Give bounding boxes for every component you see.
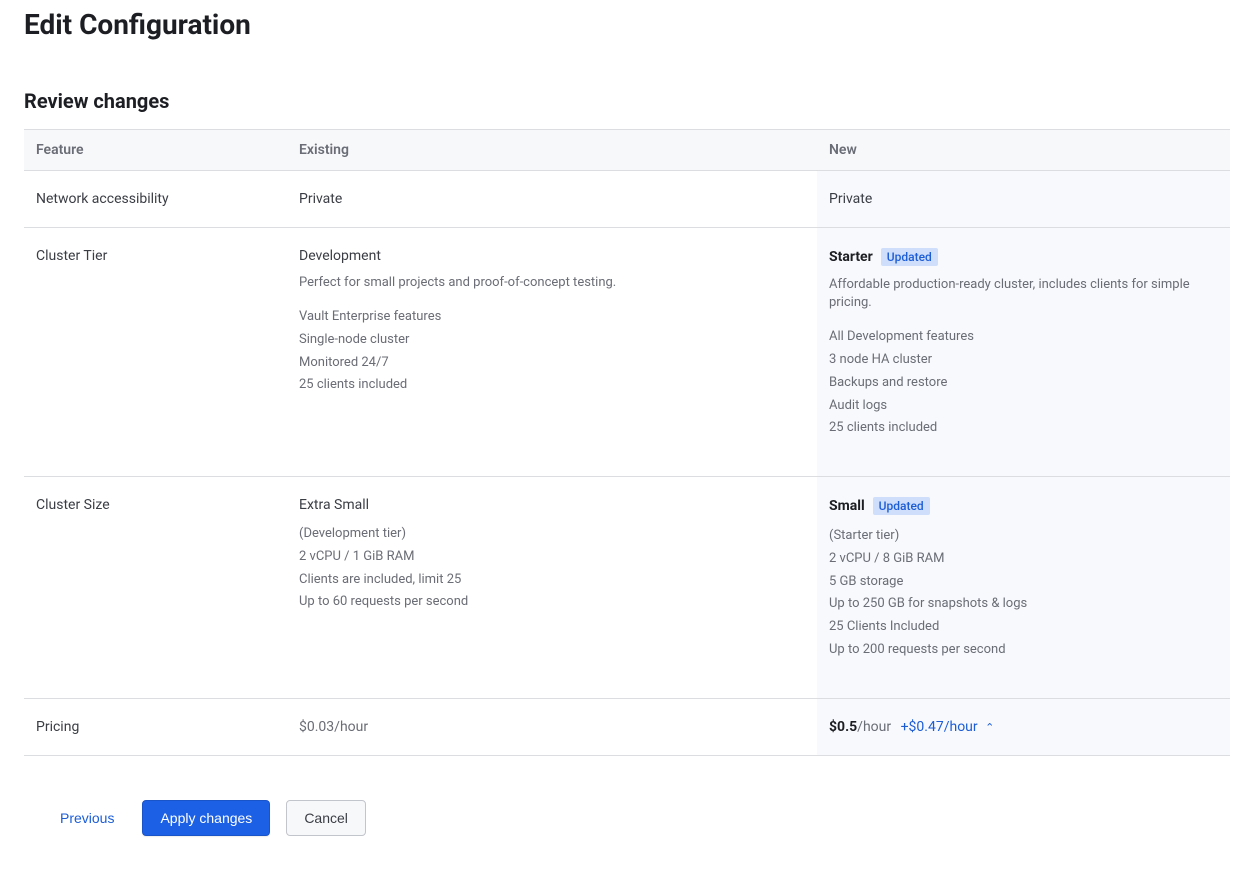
tier-features-existing: Vault Enterprise features Single-node cl…: [299, 306, 805, 397]
cancel-button[interactable]: Cancel: [286, 800, 366, 836]
list-item: All Development features: [829, 326, 1218, 349]
list-item: (Development tier): [299, 523, 805, 546]
new-value: Private: [817, 171, 1230, 227]
list-item: Single-node cluster: [299, 329, 805, 352]
list-item: 25 Clients Included: [829, 616, 1218, 639]
existing-price: $0.03/hour: [287, 699, 817, 755]
list-item: Up to 60 requests per second: [299, 591, 805, 614]
tier-desc-new: Affordable production-ready cluster, inc…: [829, 276, 1218, 312]
feature-label: Cluster Tier: [24, 228, 287, 476]
apply-changes-button[interactable]: Apply changes: [142, 800, 270, 836]
header-new: New: [817, 130, 1230, 170]
list-item: Clients are included, limit 25: [299, 569, 805, 592]
list-item: Vault Enterprise features: [299, 306, 805, 329]
feature-label: Cluster Size: [24, 477, 287, 698]
list-item: (Starter tier): [829, 525, 1218, 548]
list-item: Audit logs: [829, 395, 1218, 418]
table-row-size: Cluster Size Extra Small (Development ti…: [24, 477, 1230, 699]
price-existing-value: $0.03/hour: [299, 719, 368, 735]
size-name-existing: Extra Small: [299, 497, 805, 513]
list-item: 5 GB storage: [829, 571, 1218, 594]
tier-name-existing: Development: [299, 248, 805, 264]
list-item: 3 node HA cluster: [829, 349, 1218, 372]
new-tier: Starter Updated Affordable production-re…: [817, 228, 1230, 476]
action-bar: Previous Apply changes Cancel: [24, 800, 1230, 836]
previous-button[interactable]: Previous: [48, 801, 126, 835]
size-features-new: (Starter tier) 2 vCPU / 8 GiB RAM 5 GB s…: [829, 525, 1218, 662]
price-new-amount: $0.5: [829, 719, 857, 735]
updated-badge: Updated: [881, 248, 938, 266]
list-item: 2 vCPU / 8 GiB RAM: [829, 548, 1218, 571]
chevron-up-icon: ⌃: [985, 721, 994, 734]
list-item: 2 vCPU / 1 GiB RAM: [299, 546, 805, 569]
tier-desc-existing: Perfect for small projects and proof-of-…: [299, 274, 805, 292]
header-feature: Feature: [24, 130, 287, 170]
size-name-new: Small: [829, 498, 865, 514]
section-title: Review changes: [24, 89, 1230, 113]
updated-badge: Updated: [873, 497, 930, 515]
feature-label: Network accessibility: [24, 171, 287, 227]
size-features-existing: (Development tier) 2 vCPU / 1 GiB RAM Cl…: [299, 523, 805, 614]
existing-tier: Development Perfect for small projects a…: [287, 228, 817, 476]
header-existing: Existing: [287, 130, 817, 170]
table-header-row: Feature Existing New: [24, 129, 1230, 171]
new-price: $0.5/hour +$0.47/hour ⌃: [817, 699, 1230, 755]
list-item: Up to 250 GB for snapshots & logs: [829, 593, 1218, 616]
list-item: Up to 200 requests per second: [829, 639, 1218, 662]
list-item: 25 clients included: [299, 374, 805, 397]
table-row-network: Network accessibility Private Private: [24, 171, 1230, 228]
price-delta-value: +$0.47/hour: [901, 719, 978, 735]
table-row-tier: Cluster Tier Development Perfect for sma…: [24, 228, 1230, 477]
tier-features-new: All Development features 3 node HA clust…: [829, 326, 1218, 440]
list-item: Backups and restore: [829, 372, 1218, 395]
list-item: Monitored 24/7: [299, 352, 805, 375]
table-row-pricing: Pricing $0.03/hour $0.5/hour +$0.47/hour…: [24, 699, 1230, 756]
page-title: Edit Configuration: [24, 8, 1230, 41]
existing-size: Extra Small (Development tier) 2 vCPU / …: [287, 477, 817, 698]
existing-value: Private: [287, 171, 817, 227]
tier-name-new: Starter: [829, 249, 873, 265]
price-new-unit: /hour: [857, 719, 891, 735]
feature-label: Pricing: [24, 699, 287, 755]
review-table: Feature Existing New Network accessibili…: [24, 129, 1230, 756]
price-delta-toggle[interactable]: +$0.47/hour ⌃: [901, 719, 995, 735]
new-size: Small Updated (Starter tier) 2 vCPU / 8 …: [817, 477, 1230, 698]
list-item: 25 clients included: [829, 417, 1218, 440]
